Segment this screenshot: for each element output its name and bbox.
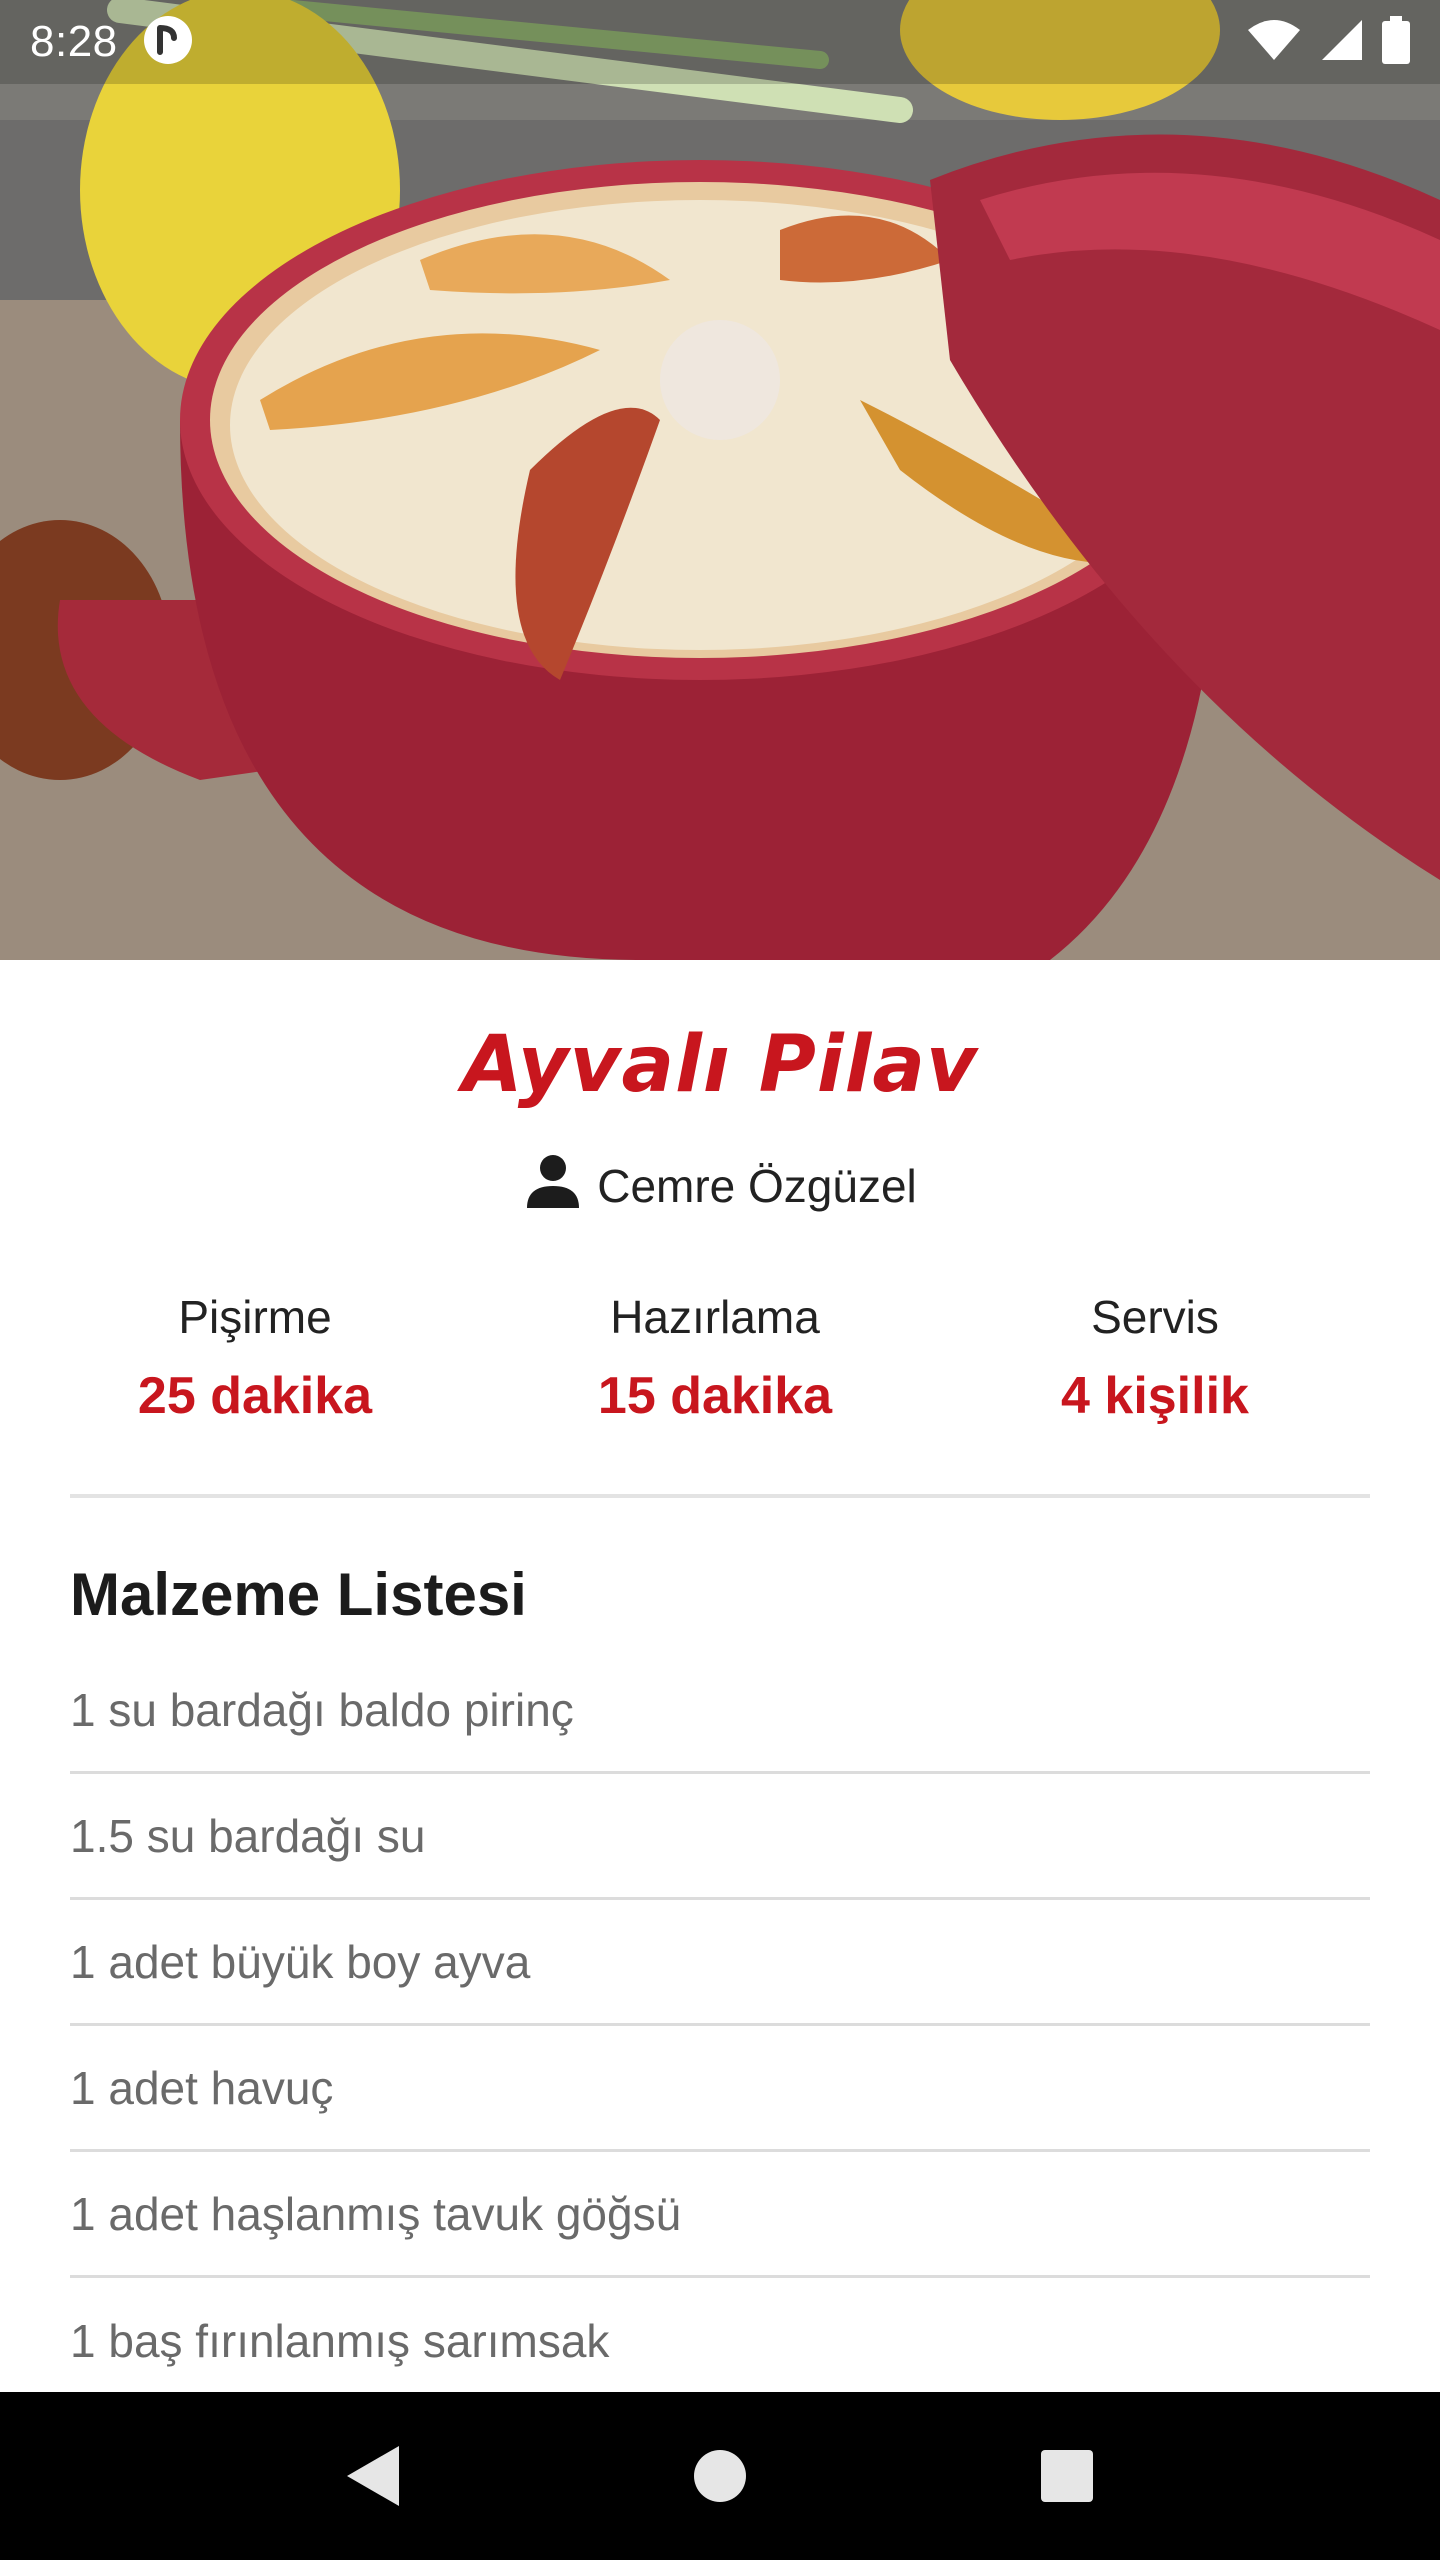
stat-label: Hazırlama: [610, 1291, 820, 1343]
ingredient-item: 1 adet büyük boy ayva: [70, 1900, 1370, 2026]
ingredients-title: Malzeme Listesi: [70, 1561, 527, 1628]
app-notification-icon: [142, 14, 194, 71]
recipe-content: Ayvalı Pilav Cemre Özgüzel Pişirme 25 da…: [0, 960, 1440, 2392]
status-right: [1246, 15, 1410, 69]
recipe-stats: Pişirme 25 dakika Hazırlama 15 dakika Se…: [70, 1290, 1370, 1430]
battery-icon: [1382, 15, 1410, 69]
pilaf-pot-illustration: [0, 0, 1440, 960]
recents-button[interactable]: [1027, 2436, 1107, 2516]
person-icon: [523, 1150, 583, 1221]
back-button[interactable]: [333, 2436, 413, 2516]
recipe-title: Ayvalı Pilav: [462, 1020, 978, 1110]
stat-value: 4 kişilik: [1061, 1367, 1249, 1425]
recipe-hero-image: [0, 0, 1440, 960]
status-time: 8:28: [30, 17, 118, 66]
recipe-author[interactable]: Cemre Özgüzel: [0, 1150, 1440, 1221]
home-icon: [693, 2450, 746, 2502]
cellular-signal-icon: [1320, 18, 1364, 67]
ingredients-list: 1 su bardağı baldo pirinç 1.5 su bardağı…: [70, 1648, 1370, 2392]
recents-icon: [1040, 2450, 1093, 2502]
ingredient-item: 1 adet havuç: [70, 2026, 1370, 2152]
ingredient-item: 1 su bardağı baldo pirinç: [70, 1648, 1370, 1774]
back-icon: [347, 2446, 400, 2506]
stats-divider: [70, 1494, 1370, 1498]
stat-value: 25 dakika: [137, 1367, 373, 1425]
ingredient-item: 1.5 su bardağı su: [70, 1774, 1370, 1900]
status-bar: 8:28: [0, 0, 1440, 84]
stat-preparation: Hazırlama 15 dakika: [590, 1290, 840, 1426]
status-left: 8:28: [30, 14, 194, 71]
stat-label: Pişirme: [178, 1291, 332, 1343]
ingredient-item: 1 baş fırınlanmış sarımsak: [70, 2315, 610, 2367]
stat-serving: Servis 4 kişilik: [1030, 1290, 1280, 1426]
navigation-bar: [0, 2392, 1440, 2560]
stat-value: 15 dakika: [597, 1367, 833, 1425]
stat-cooking: Pişirme 25 dakika: [130, 1290, 380, 1426]
home-button[interactable]: [680, 2436, 760, 2516]
wifi-icon: [1246, 18, 1302, 67]
stat-label: Servis: [1091, 1291, 1219, 1343]
ingredient-item: 1 adet haşlanmış tavuk göğsü: [70, 2152, 1370, 2278]
author-name: Cemre Özgüzel: [597, 1159, 917, 1212]
